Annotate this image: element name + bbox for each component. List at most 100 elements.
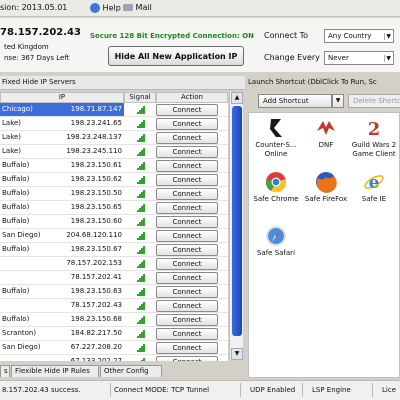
help-menu[interactable]: Help [90, 3, 121, 13]
tab-other-config[interactable]: Other Config [100, 365, 162, 377]
shortcut-safe-firefox[interactable]: Safe FireFox [301, 171, 351, 221]
shortcut-safe-chrome[interactable]: Safe Chrome [251, 171, 301, 221]
table-row[interactable]: 78.157.202.153 Connect [0, 257, 228, 271]
connect-button[interactable]: Connect [156, 104, 218, 116]
status-divider [110, 383, 111, 397]
table-row[interactable]: Scranton) 184.82.217.50 Connect [0, 327, 228, 341]
hide-all-ip-button[interactable]: Hide All New Application IP [108, 46, 244, 66]
server-location: Buffalo) [2, 161, 30, 169]
current-ip: 78.157.202.43 [0, 27, 81, 38]
connect-button[interactable]: Connect [156, 328, 218, 340]
chrome-icon [265, 172, 287, 193]
connect-button[interactable]: Connect [156, 244, 218, 256]
connect-button[interactable]: Connect [156, 258, 218, 270]
shortcut-guild-wars[interactable]: 2 Guild Wars 2 Game Client [349, 117, 399, 167]
change-every-label: Change Every [264, 53, 320, 62]
connect-button[interactable]: Connect [156, 118, 218, 130]
shortcut-grid: Counter-S... Online DNF 2 Guild Wars 2 G… [248, 112, 400, 378]
server-list-header: Fixed Hide IP Servers [0, 76, 245, 90]
secure-connection-status: Secure 128 Bit Encrypted Connection: ON [90, 32, 255, 40]
table-row[interactable]: Buffalo) 198.23.150.60 Connect [0, 215, 228, 229]
column-header-action[interactable]: Action [156, 92, 228, 103]
current-location: ted Kingdom [4, 43, 49, 51]
server-location: Chicago) [0, 103, 52, 116]
signal-strength-icon [137, 190, 145, 198]
table-row[interactable]: San Diego) 204.68.120.110 Connect [0, 229, 228, 243]
shortcut-safe-safari[interactable]: Safe Safari [251, 225, 301, 275]
delete-shortcut-button[interactable]: Delete Shorto [348, 94, 400, 108]
server-ip: 184.82.217.50 [70, 329, 122, 337]
connect-button[interactable]: Connect [156, 146, 218, 158]
add-shortcut-button[interactable]: Add Shortcut [258, 94, 332, 108]
server-location: San Diego) [2, 231, 41, 239]
tab-servers[interactable]: s [0, 365, 10, 377]
server-ip: 198.23.150.63 [70, 287, 122, 295]
connect-button[interactable]: Connect [156, 202, 218, 214]
signal-strength-icon [137, 204, 145, 212]
country-select[interactable]: Any Country ▼ [324, 29, 394, 43]
tab-flexible-rules[interactable]: Flexible Hide IP Rules [11, 365, 99, 377]
table-row[interactable]: Lake) 198.23.248.137 Connect [0, 131, 228, 145]
license-status: Lice [382, 386, 396, 394]
server-location: Buffalo) [2, 217, 30, 225]
signal-strength-icon [137, 316, 145, 324]
chevron-down-icon[interactable]: ▼ [332, 94, 344, 108]
connect-button[interactable]: Connect [156, 188, 218, 200]
table-row[interactable]: Lake) 198.23.241.65 Connect [0, 117, 228, 131]
guild-wars-icon: 2 [368, 119, 381, 139]
table-row[interactable]: Buffalo) 198.23.150.62 Connect [0, 173, 228, 187]
table-row[interactable]: Buffalo) 198.23.150.65 Connect [0, 201, 228, 215]
change-interval-select[interactable]: Never ▼ [324, 51, 394, 65]
server-ip: 198.23.150.60 [70, 217, 122, 225]
table-row[interactable]: 78.157.202.43 Connect [0, 299, 228, 313]
table-row[interactable]: 67.133.202.27 Connect [0, 355, 228, 361]
table-row[interactable]: Buffalo) 198.23.150.50 Connect [0, 187, 228, 201]
connect-button[interactable]: Connect [156, 356, 218, 361]
scroll-up-icon[interactable]: ▲ [231, 92, 243, 104]
svg-text:e: e [369, 173, 380, 193]
signal-strength-icon [137, 120, 145, 128]
connect-button[interactable]: Connect [156, 342, 218, 354]
server-location [0, 355, 52, 361]
status-divider [372, 383, 373, 397]
signal-strength-icon [137, 106, 145, 114]
table-row[interactable]: Buffalo) 198.23.150.67 Connect [0, 243, 228, 257]
table-row[interactable]: Buffalo) 198.23.150.61 Connect [0, 159, 228, 173]
udp-status: UDP Enabled [250, 386, 296, 394]
column-header-ip[interactable]: IP [0, 92, 124, 103]
shortcut-dnf[interactable]: DNF [301, 117, 351, 167]
shortcut-counter-strike[interactable]: Counter-S... Online [251, 117, 301, 167]
connect-button[interactable]: Connect [156, 272, 218, 284]
table-row[interactable]: San Diego) 67.227.208.20 Connect [0, 341, 228, 355]
server-list-scrollbar[interactable]: ▲ ▼ [229, 92, 243, 360]
scroll-down-icon[interactable]: ▼ [231, 348, 243, 360]
server-table: Chicago) 198.71.87.147 Connect Lake) 198.23.… [0, 103, 228, 361]
status-message: 8.157.202.43 success. [2, 386, 81, 394]
connect-button[interactable]: Connect [156, 286, 218, 298]
connect-button[interactable]: Connect [156, 174, 218, 186]
server-location: Buffalo) [2, 189, 30, 197]
tab-strip: s Flexible Hide IP Rules Other Config [0, 364, 245, 378]
column-header-signal[interactable]: Signal [124, 92, 156, 103]
server-ip: 78.157.202.41 [70, 273, 122, 281]
scroll-thumb[interactable] [232, 106, 242, 336]
connect-button[interactable]: Connect [156, 216, 218, 228]
server-ip: 198.23.245.110 [66, 147, 122, 155]
server-location [0, 257, 52, 270]
table-row[interactable]: Buffalo) 198.23.150.68 Connect [0, 313, 228, 327]
shortcut-safe-ie[interactable]: e Safe IE [349, 171, 399, 221]
table-row[interactable]: Chicago) 198.71.87.147 Connect [0, 103, 228, 117]
connect-button[interactable]: Connect [156, 314, 218, 326]
table-row[interactable]: Lake) 198.23.245.110 Connect [0, 145, 228, 159]
connect-button[interactable]: Connect [156, 230, 218, 242]
signal-strength-icon [137, 218, 145, 226]
status-divider [240, 383, 241, 397]
table-row[interactable]: 78.157.202.41 Connect [0, 271, 228, 285]
connect-button[interactable]: Connect [156, 160, 218, 172]
connect-button[interactable]: Connect [156, 132, 218, 144]
help-icon [90, 3, 100, 13]
mail-menu[interactable]: Mail [123, 3, 152, 12]
table-row[interactable]: Buffalo) 198.23.150.63 Connect [0, 285, 228, 299]
chevron-down-icon: ▼ [384, 33, 391, 40]
connect-button[interactable]: Connect [156, 300, 218, 312]
